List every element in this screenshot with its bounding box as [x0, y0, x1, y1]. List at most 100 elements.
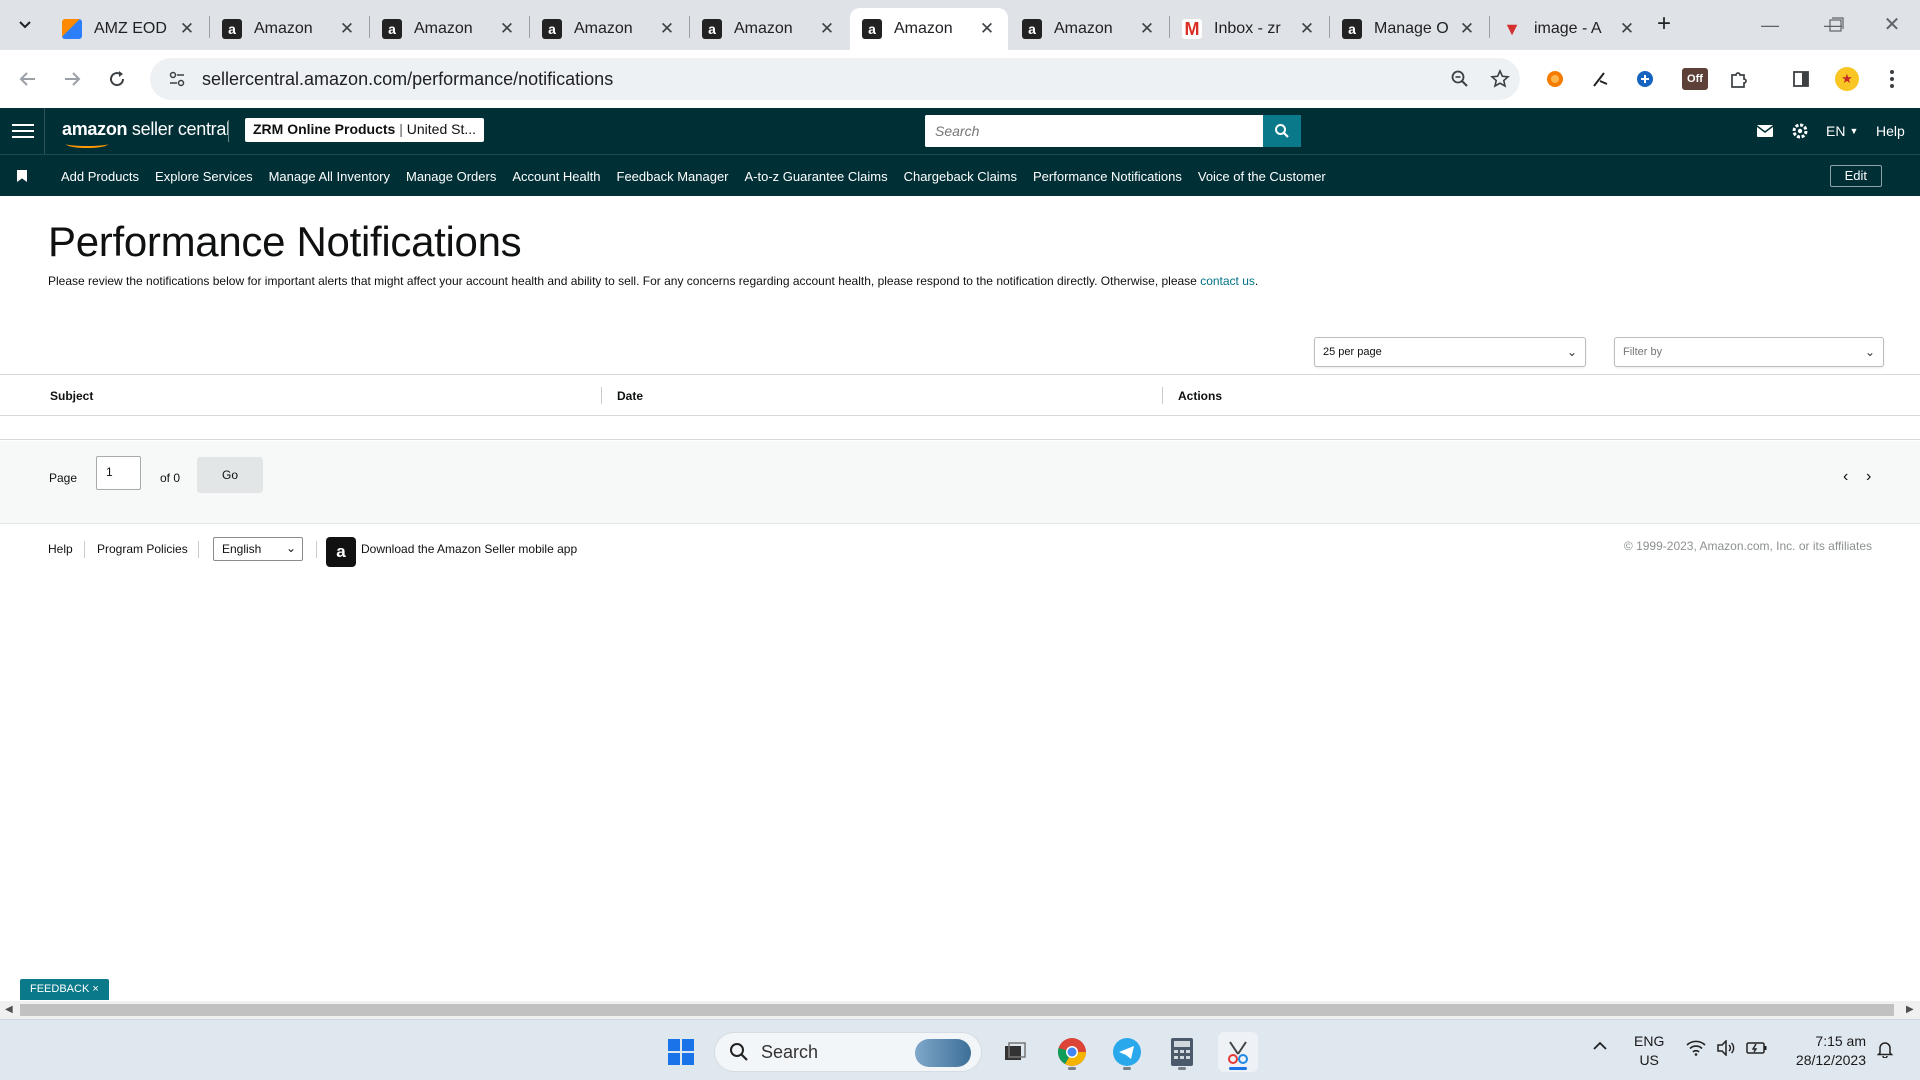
windows-start-icon[interactable]	[661, 1032, 701, 1072]
download-app-link[interactable]: Download the Amazon Seller mobile app	[361, 542, 577, 556]
browser-tab[interactable]: a Amazon ✕	[210, 8, 368, 50]
browser-tab[interactable]: a Amazon ✕	[370, 8, 528, 50]
close-tab-icon[interactable]: ✕	[178, 19, 196, 39]
horizontal-scrollbar[interactable]: ◀ ▶	[0, 1001, 1920, 1019]
footer-help-link[interactable]: Help	[48, 542, 73, 556]
browser-tab[interactable]: a Amazon ✕	[1010, 8, 1168, 50]
calculator-icon[interactable]	[1162, 1032, 1202, 1072]
browser-tab[interactable]: a Amazon ✕	[690, 8, 848, 50]
browser-tab[interactable]: ▼ image - A ✕	[1490, 8, 1648, 50]
nav-item-chargeback-claims[interactable]: Chargeback Claims	[904, 169, 1017, 184]
close-tab-icon[interactable]: ✕	[1138, 19, 1156, 39]
nav-item-feedback-manager[interactable]: Feedback Manager	[617, 169, 729, 184]
browser-tab[interactable]: a Amazon ✕	[530, 8, 688, 50]
clock[interactable]: 7:15 am 28/12/2023	[1786, 1032, 1866, 1070]
tab-title: Amazon	[1054, 20, 1113, 37]
notification-bell-icon[interactable]	[1876, 1040, 1894, 1061]
footer-language-select[interactable]: English ⌄	[213, 537, 303, 561]
hamburger-menu-icon[interactable]	[12, 120, 34, 142]
header-help-link[interactable]: Help	[1876, 120, 1905, 142]
nav-item-explore-services[interactable]: Explore Services	[155, 169, 253, 184]
mail-icon[interactable]	[1755, 120, 1775, 142]
new-tab-button[interactable]: +	[1651, 12, 1677, 38]
input-language[interactable]: ENG US	[1634, 1032, 1664, 1070]
close-tab-icon[interactable]: ✕	[978, 19, 996, 39]
bookmark-icon[interactable]	[17, 170, 27, 182]
column-date[interactable]: Date	[617, 389, 643, 403]
seller-search-box	[925, 115, 1301, 147]
go-button[interactable]: Go	[197, 457, 263, 493]
seller-central-logo[interactable]: amazon seller central	[62, 119, 230, 148]
site-info-icon[interactable]	[156, 58, 198, 100]
close-tab-icon[interactable]: ✕	[338, 19, 356, 39]
volume-icon[interactable]	[1716, 1039, 1736, 1059]
edit-nav-button[interactable]: Edit	[1829, 165, 1882, 187]
nav-item-a-to-z-guarantee-claims[interactable]: A-to-z Guarantee Claims	[745, 169, 888, 184]
program-policies-link[interactable]: Program Policies	[97, 542, 188, 556]
extension-blue-icon[interactable]	[1630, 64, 1660, 94]
restore-icon[interactable]	[1820, 10, 1850, 40]
chrome-icon[interactable]	[1052, 1032, 1092, 1072]
scroll-left-icon[interactable]: ◀	[5, 1004, 13, 1015]
per-page-select[interactable]: 25 per page ⌄	[1314, 337, 1586, 367]
lang-top: ENG	[1634, 1033, 1665, 1049]
address-bar[interactable]: sellercentral.amazon.com/performance/not…	[150, 58, 1520, 100]
close-tab-icon[interactable]: ✕	[1458, 19, 1476, 39]
side-panel-icon[interactable]	[1786, 64, 1816, 94]
back-icon[interactable]	[12, 63, 44, 95]
nav-item-performance-notifications[interactable]: Performance Notifications	[1033, 169, 1182, 184]
browser-menu-icon[interactable]	[1877, 64, 1907, 94]
close-tab-icon[interactable]: ✕	[498, 19, 516, 39]
scrollbar-thumb[interactable]	[20, 1004, 1894, 1016]
taskbar-search[interactable]: Search	[714, 1032, 982, 1072]
filter-select[interactable]: Filter by ⌄	[1614, 337, 1884, 367]
extension-off-icon[interactable]: Off	[1680, 64, 1710, 94]
extension-orange-icon[interactable]	[1540, 64, 1570, 94]
next-page-icon[interactable]: ›	[1866, 468, 1871, 486]
contact-us-link[interactable]: contact us	[1200, 274, 1255, 288]
tab-search-button[interactable]	[8, 9, 42, 41]
browser-tab[interactable]: AMZ EOD ✕	[50, 8, 208, 50]
url-text[interactable]: sellercentral.amazon.com/performance/not…	[202, 69, 1440, 90]
prev-page-icon[interactable]: ‹	[1843, 468, 1848, 486]
reload-icon[interactable]	[101, 63, 133, 95]
account-name: ZRM Online Products	[253, 121, 396, 137]
tray-overflow-icon[interactable]	[1592, 1038, 1608, 1057]
browser-tab[interactable]: a Manage O ✕	[1330, 8, 1488, 50]
settings-gear-icon[interactable]	[1790, 120, 1810, 142]
amazon-app-icon[interactable]: a	[326, 537, 356, 567]
nav-item-account-health[interactable]: Account Health	[512, 169, 600, 184]
extension-cursor-icon[interactable]	[1585, 64, 1615, 94]
close-tab-icon[interactable]: ✕	[818, 19, 836, 39]
language-selector[interactable]: EN ▼	[1826, 120, 1858, 142]
extensions-puzzle-icon[interactable]	[1723, 64, 1753, 94]
close-window-icon[interactable]: ✕	[1877, 10, 1907, 40]
minimize-icon[interactable]: —	[1755, 10, 1785, 40]
browser-tab[interactable]: M Inbox - zr ✕	[1170, 8, 1328, 50]
scroll-right-icon[interactable]: ▶	[1906, 1004, 1914, 1015]
nav-item-manage-orders[interactable]: Manage Orders	[406, 169, 496, 184]
seller-search-input[interactable]	[925, 115, 1263, 147]
page-number-input[interactable]: 1	[96, 456, 141, 490]
zoom-icon[interactable]	[1440, 69, 1480, 89]
forward-icon[interactable]	[56, 63, 88, 95]
search-button[interactable]	[1263, 115, 1301, 147]
browser-tab[interactable]: a Amazon ✕	[850, 8, 1008, 50]
battery-icon[interactable]	[1746, 1040, 1768, 1059]
profile-avatar-icon[interactable]: ★	[1832, 64, 1862, 94]
wifi-icon[interactable]	[1686, 1040, 1706, 1059]
column-subject[interactable]: Subject	[50, 389, 93, 403]
close-tab-icon[interactable]: ✕	[1298, 19, 1316, 39]
close-tab-icon[interactable]: ✕	[1618, 19, 1636, 39]
language-label: EN	[1826, 123, 1846, 139]
nav-item-add-products[interactable]: Add Products	[61, 169, 139, 184]
feedback-button[interactable]: FEEDBACK ×	[20, 979, 109, 1000]
task-view-icon[interactable]	[995, 1032, 1035, 1072]
telegram-icon[interactable]	[1107, 1032, 1147, 1072]
snipping-tool-icon[interactable]	[1218, 1032, 1258, 1072]
bookmark-star-icon[interactable]	[1480, 69, 1520, 89]
account-switcher[interactable]: ZRM Online Products | United St...	[245, 118, 485, 142]
close-tab-icon[interactable]: ✕	[658, 19, 676, 39]
nav-item-manage-all-inventory[interactable]: Manage All Inventory	[269, 169, 390, 184]
nav-item-voice-of-the-customer[interactable]: Voice of the Customer	[1198, 169, 1326, 184]
